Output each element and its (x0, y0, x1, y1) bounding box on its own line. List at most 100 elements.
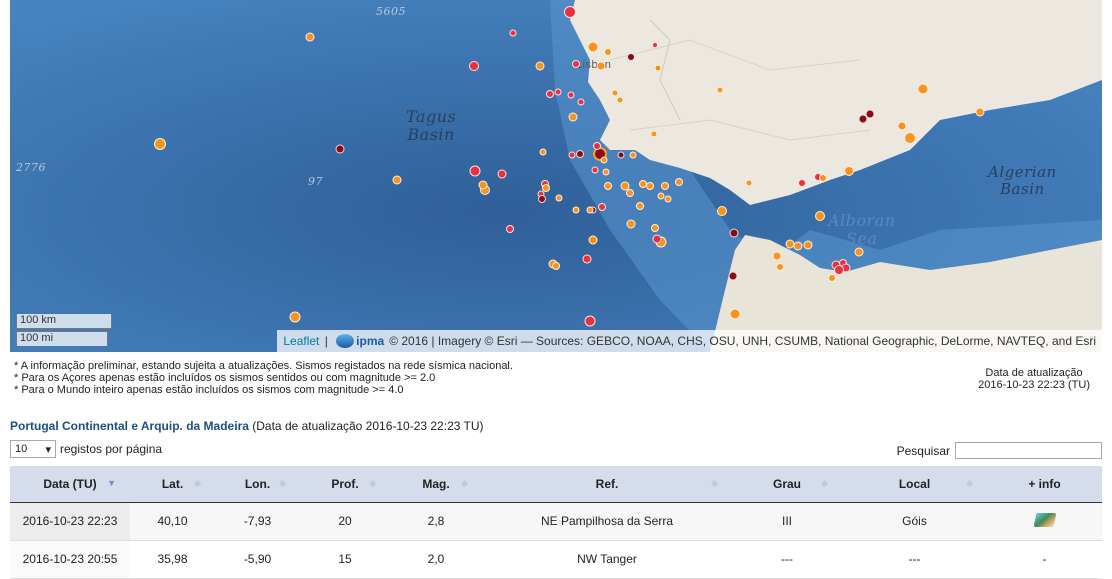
earthquake-marker[interactable] (652, 234, 662, 244)
earthquake-marker[interactable] (564, 6, 576, 18)
earthquake-marker[interactable] (596, 61, 606, 71)
earthquake-marker[interactable] (798, 179, 806, 187)
search-input[interactable] (955, 442, 1102, 459)
ipma-logo[interactable]: ipma (336, 334, 384, 348)
ipma-logo-text: ipma (356, 334, 385, 348)
earthquake-marker[interactable] (772, 251, 782, 261)
column-header[interactable]: Lon. ◆ (215, 466, 300, 503)
earthquake-marker[interactable] (815, 211, 825, 221)
earthquake-marker[interactable] (675, 178, 683, 186)
column-header[interactable]: Prof. ◆ (300, 466, 390, 503)
earthquake-marker[interactable] (604, 48, 612, 56)
earthquake-marker[interactable] (636, 202, 644, 210)
earthquake-marker[interactable] (572, 206, 580, 214)
column-header[interactable]: + info (987, 466, 1102, 503)
earthquake-marker[interactable] (661, 182, 669, 190)
earthquake-marker[interactable] (582, 254, 592, 264)
earthquake-marker[interactable] (854, 247, 864, 257)
earthquake-marker[interactable] (588, 235, 598, 245)
earthquake-marker[interactable] (728, 271, 738, 281)
earthquake-marker[interactable] (646, 182, 654, 190)
disclaimer-notes: * A informação preliminar, estando sujei… (14, 360, 513, 396)
earthquake-marker[interactable] (651, 224, 659, 232)
column-header[interactable]: Grau ◆ (732, 466, 842, 503)
earthquake-marker[interactable] (717, 206, 727, 216)
earthquake-marker[interactable] (568, 112, 578, 122)
earthquake-marker[interactable] (478, 180, 488, 190)
earthquake-marker[interactable] (598, 203, 606, 211)
column-header[interactable]: Local ◆ (842, 466, 987, 503)
earthquake-marker[interactable] (539, 148, 547, 156)
earthquake-marker[interactable] (577, 98, 585, 106)
earthquake-marker[interactable] (803, 240, 813, 250)
seismic-map[interactable]: Tagus Basin Algerian Basin Alboran Sea L… (10, 0, 1102, 352)
earthquake-marker[interactable] (904, 132, 916, 144)
earthquake-marker[interactable] (650, 130, 658, 138)
attribution-text: © 2016 | Imagery © Esri — Sources: GEBCO… (389, 334, 1096, 348)
earthquake-marker[interactable] (586, 206, 594, 214)
earthquake-marker[interactable] (554, 88, 562, 96)
earthquake-marker[interactable] (305, 32, 315, 42)
earthquake-marker[interactable] (509, 29, 517, 37)
earthquake-marker[interactable] (654, 64, 662, 72)
earthquake-marker[interactable] (602, 168, 610, 176)
earthquake-marker[interactable] (629, 151, 637, 159)
earthquake-marker[interactable] (576, 150, 584, 158)
earthquake-marker[interactable] (729, 228, 739, 238)
earthquake-marker[interactable] (506, 225, 514, 233)
earthquake-marker[interactable] (497, 169, 507, 179)
earthquake-marker[interactable] (652, 42, 658, 48)
column-header[interactable]: Ref. ◆ (482, 466, 732, 503)
earthquake-marker[interactable] (587, 41, 599, 53)
map-info-icon[interactable] (1033, 512, 1056, 527)
earthquake-marker[interactable] (729, 308, 741, 320)
earthquake-marker[interactable] (154, 138, 166, 150)
column-header[interactable]: Data (TU) ▼ (10, 466, 130, 503)
earthquake-marker[interactable] (552, 262, 560, 270)
earthquake-marker[interactable] (664, 195, 672, 203)
earthquake-marker[interactable] (897, 121, 907, 131)
earthquake-marker[interactable] (289, 311, 301, 323)
earthquake-marker[interactable] (555, 194, 563, 202)
earthquake-marker[interactable] (834, 265, 844, 275)
table-row[interactable]: 2016-10-23 20:55 35,98 -5,90 15 2,0 NW Tanger… (10, 540, 1102, 579)
earthquake-marker[interactable] (819, 174, 827, 182)
table-row[interactable]: 2016-10-23 22:23 40,10 -7,93 20 2,8 NE Pampil… (10, 502, 1102, 541)
page-length-select[interactable]: 10 ▾ (10, 440, 56, 458)
earthquake-marker[interactable] (469, 165, 481, 177)
earthquake-marker[interactable] (572, 60, 580, 68)
earthquake-marker[interactable] (745, 179, 753, 187)
earthquake-marker[interactable] (626, 189, 634, 197)
earthquake-marker[interactable] (776, 263, 784, 271)
earthquake-marker[interactable] (546, 90, 554, 98)
earthquake-marker[interactable] (828, 274, 836, 282)
earthquake-marker[interactable] (627, 53, 635, 61)
earthquake-marker[interactable] (568, 151, 576, 159)
earthquake-marker[interactable] (538, 195, 546, 203)
column-header[interactable]: Mag. ◆ (390, 466, 482, 503)
earthquake-marker[interactable] (716, 86, 724, 94)
earthquake-marker[interactable] (600, 156, 608, 164)
earthquake-marker[interactable] (975, 107, 985, 117)
earthquake-marker[interactable] (535, 61, 545, 71)
earthquake-marker[interactable] (617, 151, 625, 159)
earthquake-marker[interactable] (657, 192, 665, 200)
earthquake-marker[interactable] (335, 144, 345, 154)
earthquake-marker[interactable] (616, 96, 624, 104)
earthquake-marker[interactable] (793, 241, 803, 251)
earthquake-marker[interactable] (591, 166, 599, 174)
earthquake-marker[interactable] (469, 61, 479, 71)
earthquake-marker[interactable] (626, 219, 636, 229)
earthquake-marker[interactable] (611, 89, 619, 97)
earthquake-marker[interactable] (392, 175, 402, 185)
earthquake-marker[interactable] (844, 166, 854, 176)
leaflet-link[interactable]: Leaflet (283, 334, 319, 348)
earthquake-marker[interactable] (865, 109, 875, 119)
earthquake-marker[interactable] (917, 83, 929, 95)
earthquake-marker[interactable] (567, 91, 575, 99)
earthquake-marker[interactable] (593, 142, 601, 150)
earthquake-marker[interactable] (584, 315, 596, 327)
column-header-label: Prof. (331, 476, 359, 491)
column-header[interactable]: Lat. ◆ (130, 466, 215, 503)
earthquake-marker[interactable] (604, 182, 612, 190)
